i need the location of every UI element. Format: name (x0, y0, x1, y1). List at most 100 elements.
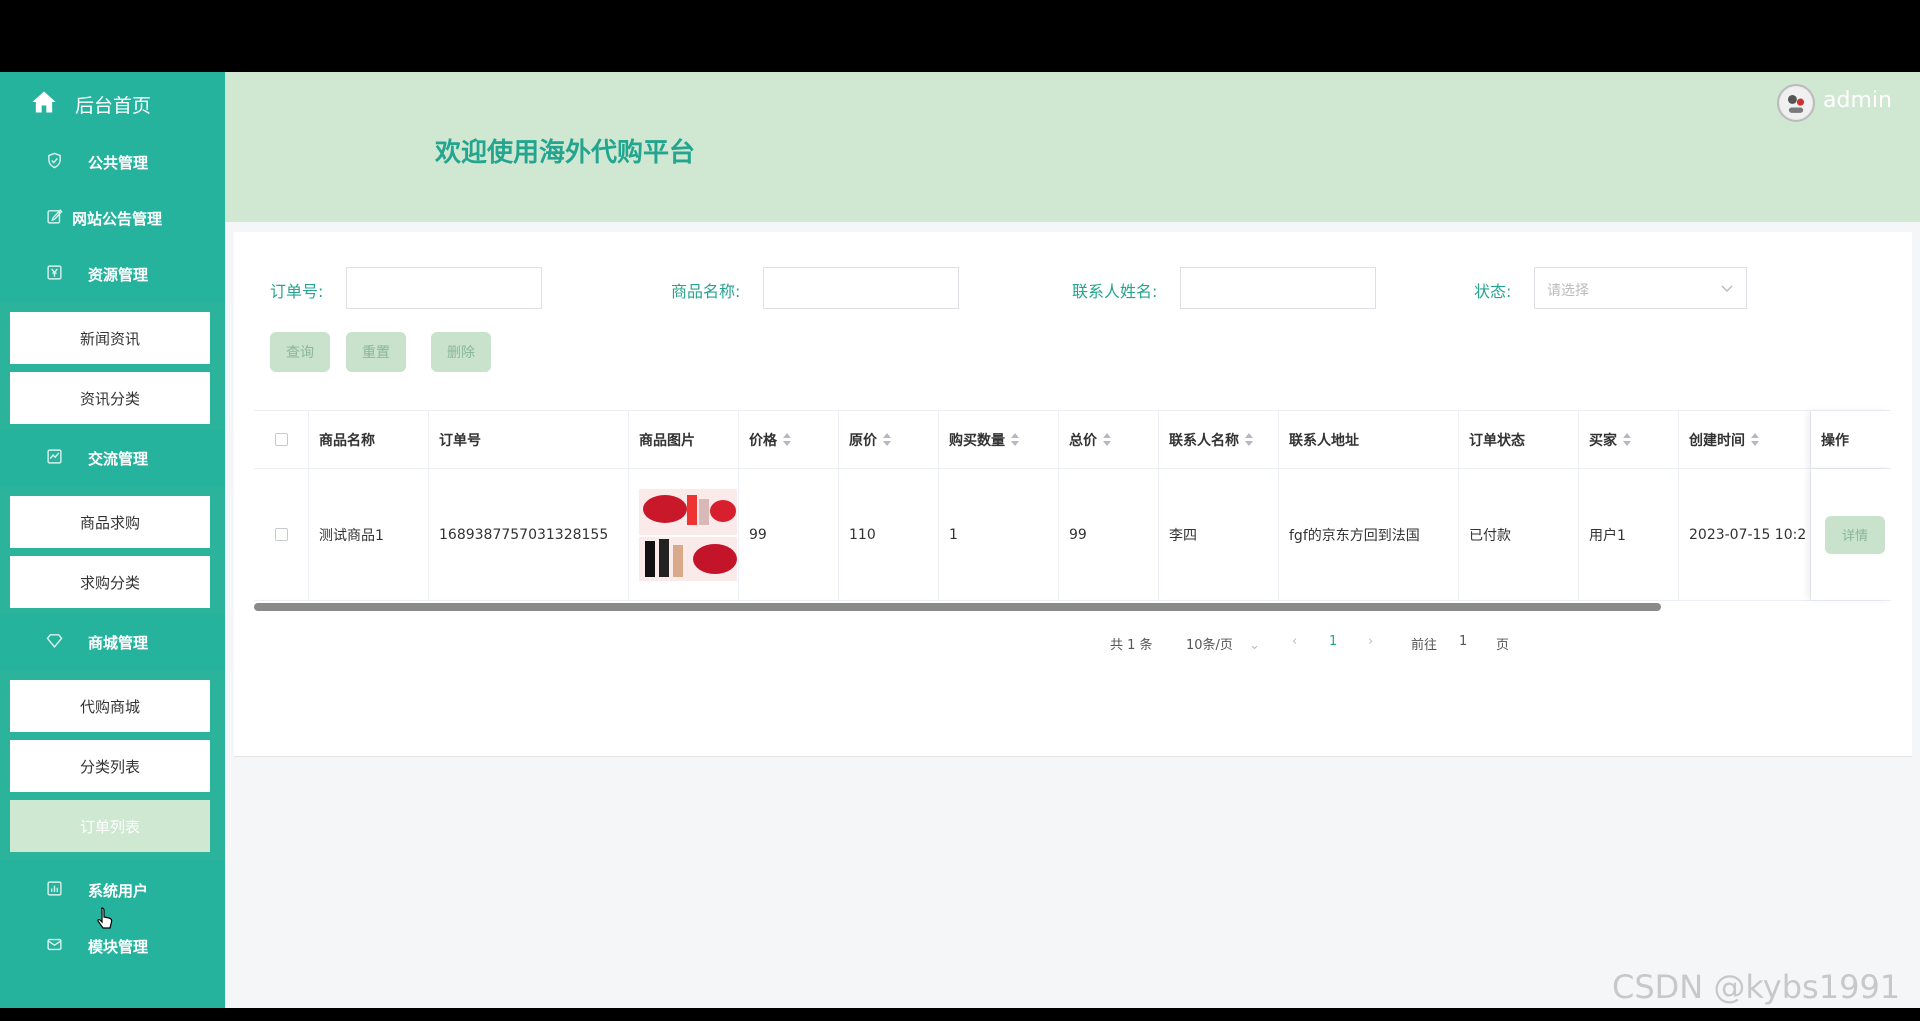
avatar[interactable] (1777, 84, 1815, 122)
sort-icon[interactable] (1245, 432, 1253, 447)
col-header-label: 价格 (749, 432, 777, 449)
table-header: 商品名称 订单号 商品图片 价格 原价 购买数量 总价 联系人名称 联系人地址 … (254, 411, 1891, 469)
order-table: 商品名称 订单号 商品图片 价格 原价 购买数量 总价 联系人名称 联系人地址 … (254, 410, 1891, 610)
col-header-sortable[interactable]: 总价 (1059, 411, 1159, 468)
reset-button[interactable]: 重置 (346, 332, 406, 372)
sidebar-home-label: 后台首页 (75, 95, 152, 117)
sidebar-group-notice[interactable]: 网站公告管理 (0, 190, 225, 246)
order-no-label: 订单号: (270, 282, 324, 301)
select-all-cell (254, 411, 309, 468)
sidebar-item-request-category[interactable]: 求购分类 (10, 556, 210, 608)
col-header: 订单号 (429, 411, 629, 468)
chart-line-icon (47, 449, 62, 464)
sidebar-group-public[interactable]: 公共管理 (0, 134, 225, 190)
col-header-sortable[interactable]: 原价 (839, 411, 939, 468)
product-name-label: 商品名称: (671, 282, 741, 301)
select-all-checkbox[interactable] (274, 433, 288, 446)
sort-icon[interactable] (783, 432, 791, 447)
sort-icon[interactable] (883, 432, 891, 447)
chevron-down-icon: ⌄ (1249, 638, 1260, 653)
content-panel: 订单号: 商品名称: 联系人姓名: 状态: 请选择 查询 重置 删除 商品名称 … (234, 232, 1912, 757)
product-name-input[interactable] (763, 267, 959, 309)
sidebar-item-category-list[interactable]: 分类列表 (10, 740, 210, 792)
sidebar-group-label: 商城管理 (88, 634, 149, 652)
prev-page-icon[interactable]: ‹ (1292, 634, 1297, 649)
username[interactable]: admin (1823, 88, 1892, 113)
edit-icon (47, 209, 63, 224)
sidebar-group-label: 资源管理 (88, 266, 149, 284)
sort-icon[interactable] (1623, 432, 1631, 447)
col-header-sortable[interactable]: 买家 (1579, 411, 1679, 468)
cell-action: 详情 (1811, 469, 1891, 600)
screen-top-bar (0, 0, 1920, 72)
chevron-down-icon (1721, 285, 1733, 292)
goto-label: 前往 (1411, 638, 1438, 653)
table-horizontal-scrollbar[interactable] (254, 603, 1661, 611)
col-header: 联系人地址 (1279, 411, 1459, 468)
col-header-label: 买家 (1589, 432, 1617, 449)
home-icon (32, 91, 56, 113)
cell-created-at: 2023-07-15 10:2 (1679, 469, 1811, 600)
cell-contact-address: fgf的京东方回到法国 (1279, 469, 1459, 600)
delete-button[interactable]: 删除 (431, 332, 491, 372)
status-placeholder: 请选择 (1547, 283, 1589, 299)
col-header: 商品图片 (629, 411, 739, 468)
table-row: 测试商品1 1689387757031328155 99 110 1 99 李四… (254, 469, 1891, 601)
page-suffix: 页 (1496, 638, 1510, 653)
col-header-sortable[interactable]: 联系人名称 (1159, 411, 1279, 468)
sidebar-group-label: 公共管理 (88, 154, 149, 172)
sidebar-subarea-resource: 新闻资讯 资讯分类 (0, 302, 225, 430)
cell-product-name: 测试商品1 (309, 469, 429, 600)
sidebar-item-news[interactable]: 新闻资讯 (10, 312, 210, 364)
cell-original-price: 110 (839, 469, 939, 600)
avatar-icon (1779, 86, 1813, 120)
sidebar-item-mall[interactable]: 代购商城 (10, 680, 210, 732)
sort-icon[interactable] (1103, 432, 1111, 447)
col-header-label: 总价 (1069, 432, 1097, 449)
cell-contact-name: 李四 (1159, 469, 1279, 600)
sidebar-group-mall[interactable]: 商城管理 (0, 614, 225, 670)
col-header: 商品名称 (309, 411, 429, 468)
watermark: CSDN @kybs1991 (1612, 968, 1901, 1006)
next-page-icon[interactable]: › (1368, 634, 1373, 649)
goto-input[interactable]: 1 (1459, 634, 1467, 649)
sidebar-home[interactable]: 后台首页 (0, 72, 225, 134)
cell-product-image (629, 469, 739, 600)
sidebar-subarea-exchange: 商品求购 求购分类 (0, 486, 225, 614)
sidebar-group-label: 系统用户 (88, 882, 149, 900)
current-page[interactable]: 1 (1329, 634, 1337, 649)
col-header-sortable[interactable]: 购买数量 (939, 411, 1059, 468)
sidebar-group-exchange[interactable]: 交流管理 (0, 430, 225, 486)
contact-name-label: 联系人姓名: (1072, 282, 1158, 301)
cell-order-no: 1689387757031328155 (429, 469, 629, 600)
cell-quantity: 1 (939, 469, 1059, 600)
col-header-sortable[interactable]: 价格 (739, 411, 839, 468)
sort-icon[interactable] (1751, 432, 1759, 447)
contact-name-input[interactable] (1180, 267, 1376, 309)
sort-icon[interactable] (1011, 432, 1019, 447)
col-header-label: 购买数量 (949, 432, 1005, 449)
sidebar-item-product-request[interactable]: 商品求购 (10, 496, 210, 548)
app-window: 后台首页 公共管理 网站公告管理 资源管理 新闻资讯 资讯分类 交流管理 商品求… (0, 72, 1920, 1008)
product-image[interactable] (639, 488, 737, 581)
diamond-icon (46, 634, 63, 648)
detail-button[interactable]: 详情 (1825, 515, 1885, 554)
sidebar-item-order-list[interactable]: 订单列表 (10, 800, 210, 852)
page-size-select[interactable]: 10条/页 ⌄ (1186, 634, 1260, 653)
sidebar-group-resource[interactable]: 资源管理 (0, 246, 225, 302)
col-header-label: 创建时间 (1689, 432, 1745, 449)
col-header: 操作 (1811, 411, 1891, 468)
row-checkbox[interactable] (274, 528, 288, 541)
status-select[interactable]: 请选择 (1534, 267, 1747, 309)
cell-buyer: 用户1 (1579, 469, 1679, 600)
page-size-label: 10条/页 (1186, 638, 1233, 653)
sidebar-item-news-category[interactable]: 资讯分类 (10, 372, 210, 424)
mail-icon (47, 938, 62, 951)
cell-total: 99 (1059, 469, 1159, 600)
col-header-sortable[interactable]: 创建时间 (1679, 411, 1811, 468)
sidebar: 后台首页 公共管理 网站公告管理 资源管理 新闻资讯 资讯分类 交流管理 商品求… (0, 72, 225, 1008)
query-button[interactable]: 查询 (270, 332, 330, 372)
order-no-input[interactable] (346, 267, 542, 309)
sidebar-group-label: 模块管理 (88, 938, 149, 956)
status-label: 状态: (1474, 282, 1512, 301)
